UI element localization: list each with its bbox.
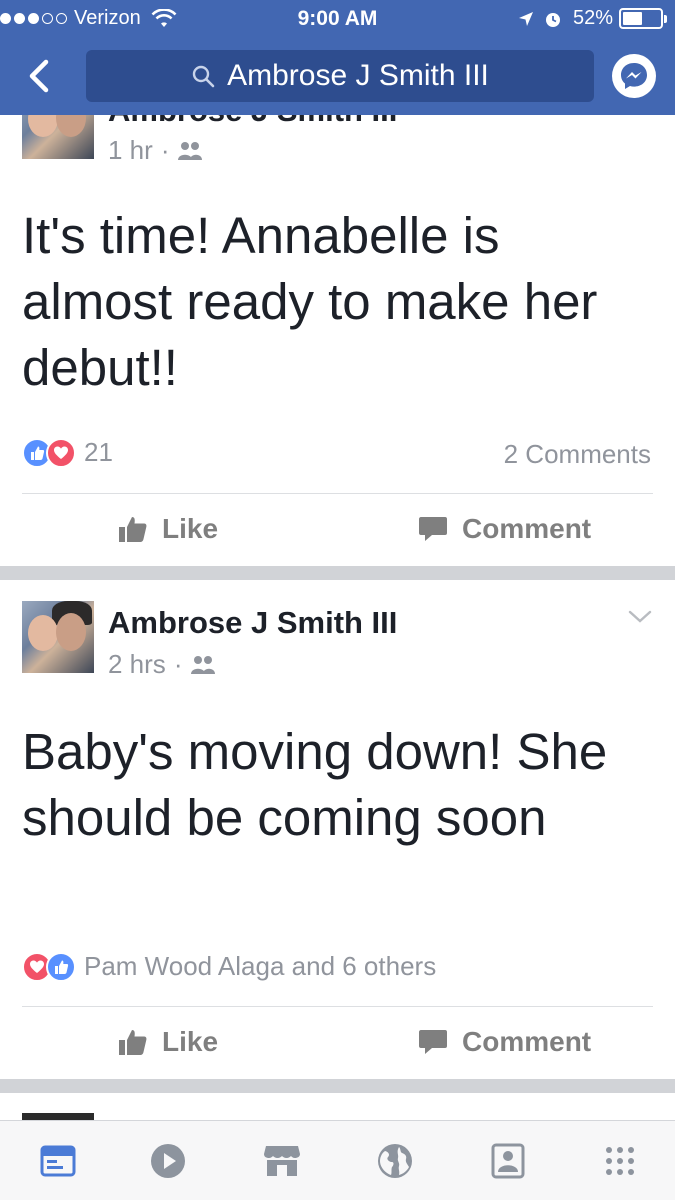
tab-menu[interactable]	[600, 1141, 640, 1181]
divider	[22, 493, 653, 494]
tab-bar	[0, 1120, 675, 1200]
storefront-icon	[264, 1146, 300, 1176]
battery-icon	[619, 8, 663, 29]
reaction-count: 21	[84, 437, 113, 467]
like-label: Like	[162, 513, 219, 544]
like-button[interactable]: Like	[118, 513, 218, 545]
friends-icon	[191, 655, 216, 674]
post-text: It's time! Annabelle is almost ready to …	[22, 207, 598, 396]
location-arrow-icon	[518, 11, 533, 26]
comment-label: Comment	[462, 1026, 592, 1057]
back-button[interactable]	[24, 58, 56, 94]
tab-video[interactable]	[148, 1141, 188, 1181]
comment-button[interactable]: Comment	[418, 1026, 591, 1058]
app-screen: Verizon 9:00 AM 52% Ambrose J Smith III …	[0, 0, 675, 1200]
comment-label: Comment	[462, 513, 592, 544]
search-input[interactable]: Ambrose J Smith III	[86, 50, 594, 102]
divider	[22, 1006, 653, 1007]
reaction-summary[interactable]: 21	[22, 437, 113, 468]
menu-grid-icon	[606, 1147, 634, 1175]
avatar[interactable]	[22, 115, 94, 159]
thumbs-up-icon	[119, 1030, 147, 1055]
news-feed[interactable]: Ambrose J Smith III 1 hr · It's time! An…	[0, 115, 675, 1120]
love-reaction-icon	[46, 437, 76, 468]
battery-fill	[623, 12, 642, 25]
messenger-icon	[621, 63, 647, 89]
post-author[interactable]: Ambrose J Smith III	[108, 115, 397, 129]
search-query: Ambrose J Smith III	[227, 59, 489, 92]
status-bar: Verizon 9:00 AM 52%	[0, 0, 675, 38]
feed-separator	[0, 566, 675, 580]
tab-marketplace[interactable]	[262, 1141, 302, 1181]
news-feed-icon	[40, 1145, 76, 1177]
thumbs-up-icon	[119, 517, 147, 542]
comment-button[interactable]: Comment	[418, 513, 591, 545]
post-author[interactable]: Ambrose J Smith III	[108, 605, 397, 641]
play-icon	[151, 1144, 185, 1178]
comment-icon	[419, 1030, 447, 1054]
battery-percent: 52%	[572, 7, 613, 29]
chevron-down-icon[interactable]	[627, 609, 653, 625]
top-bar: Verizon 9:00 AM 52% Ambrose J Smith III	[0, 0, 675, 115]
like-label: Like	[162, 1026, 219, 1057]
reactors-text: Pam Wood Alaga and 6 others	[84, 951, 437, 981]
search-icon	[192, 65, 215, 88]
post-meta: 1 hr ·	[108, 135, 203, 166]
profile-icon	[491, 1143, 525, 1179]
status-right: 52%	[517, 7, 667, 30]
friends-icon	[178, 141, 203, 160]
tab-profile[interactable]	[488, 1141, 528, 1181]
alarm-icon	[545, 12, 560, 27]
like-reaction-icon	[46, 951, 76, 982]
feed-separator	[0, 1079, 675, 1093]
avatar[interactable]	[22, 601, 94, 673]
avatar[interactable]	[22, 1113, 94, 1120]
globe-icon	[378, 1144, 412, 1178]
like-button[interactable]: Like	[118, 1026, 218, 1058]
tab-notifications[interactable]	[375, 1141, 415, 1181]
comment-icon	[419, 517, 447, 541]
post-time[interactable]: 2 hrs	[108, 649, 166, 680]
reaction-summary[interactable]: Pam Wood Alaga and 6 others	[22, 951, 436, 982]
post-time[interactable]: 1 hr	[108, 135, 153, 166]
tab-news-feed[interactable]	[38, 1141, 78, 1181]
messenger-button[interactable]	[612, 54, 656, 98]
post-text: Baby's moving down! She should be coming…	[22, 723, 608, 846]
nav-row: Ambrose J Smith III	[0, 46, 675, 106]
comments-count[interactable]: 2 Comments	[504, 439, 651, 470]
post-meta: 2 hrs ·	[108, 649, 216, 680]
